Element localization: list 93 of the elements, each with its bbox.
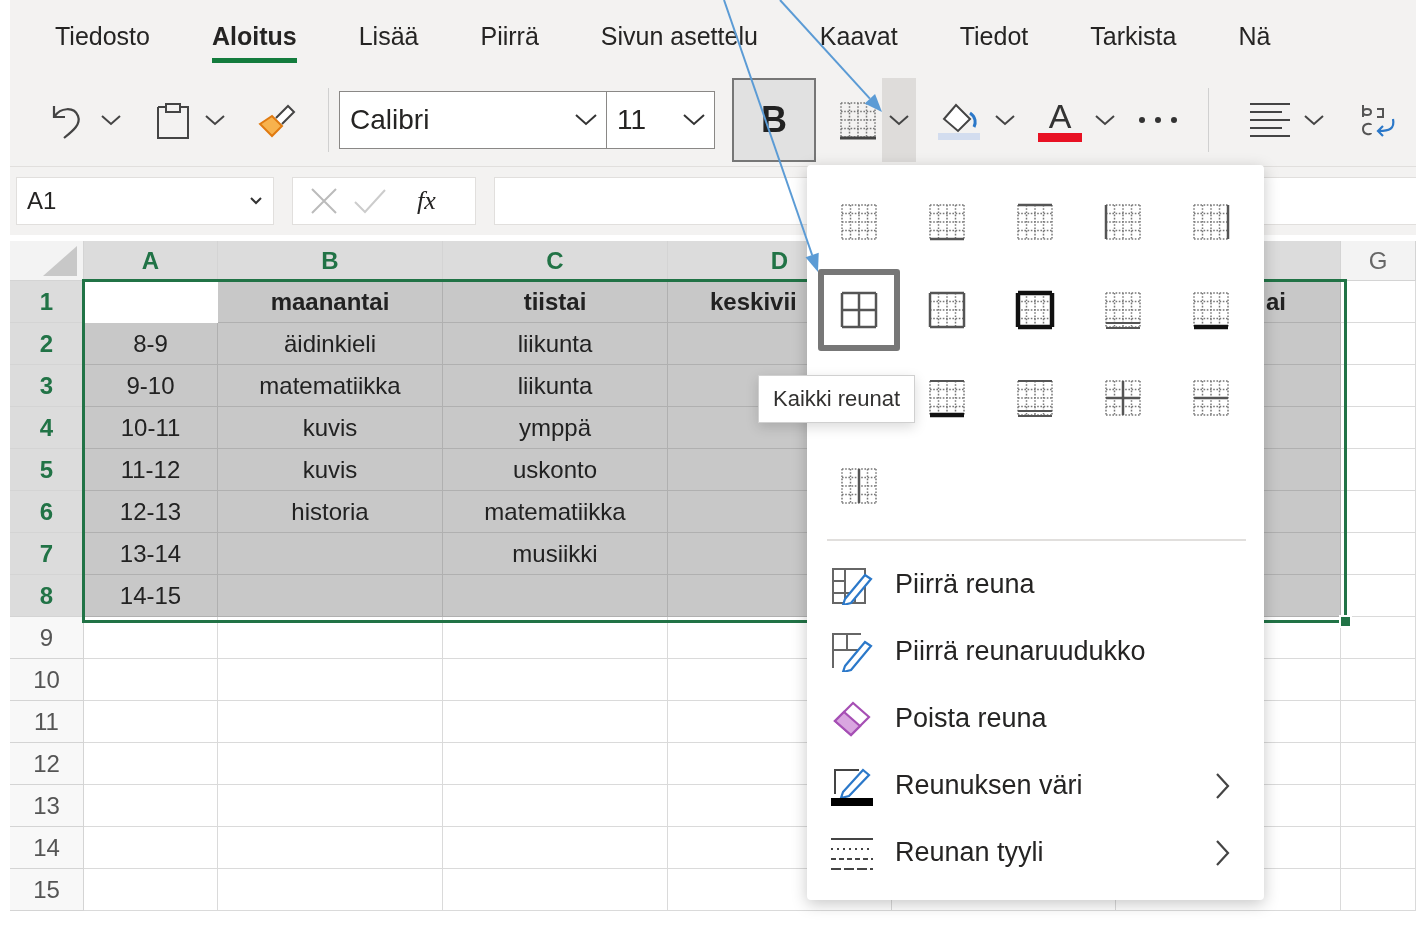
ribbon-tab[interactable]: Tiedot [959,18,1029,63]
table-cell: uskonto [443,449,668,491]
chevron-down-icon [249,196,263,206]
table-cell: kuvis [218,407,443,449]
ribbon-tab[interactable]: Tarkista [1090,18,1177,63]
row-header[interactable]: 14 [10,827,84,869]
chevron-down-icon [682,113,706,127]
table-cell: 10-11 [84,407,218,449]
menu-item[interactable]: Reunuksen väri [815,752,1264,819]
row-header[interactable]: 13 [10,785,84,827]
table-cell: 8-9 [84,323,218,365]
row-header[interactable]: 10 [10,659,84,701]
name-box[interactable]: A1 [16,177,274,225]
column-header[interactable]: G [1341,241,1416,281]
ribbon-tab[interactable]: Piirrä [480,18,539,63]
border-style-icon [1191,377,1231,419]
font-size-dropdown[interactable]: 11 [607,91,715,149]
row-header[interactable]: 15 [10,869,84,911]
border-option[interactable] [818,269,900,351]
column-header[interactable]: A [84,241,218,281]
borders-icon[interactable] [838,100,878,140]
border-style-icon [1103,289,1143,331]
align-left-icon[interactable] [1249,102,1291,138]
menu-item[interactable]: Piirrä reunaruudukko [815,618,1264,685]
border-style-icon [1103,377,1143,419]
border-style-icon [927,289,967,331]
chevron-down-icon[interactable] [994,113,1016,127]
table-cell: musiikki [443,533,668,575]
table-cell: 12-13 [84,491,218,533]
table-cell: ymppä [443,407,668,449]
chevron-right-icon [1214,838,1230,867]
border-style-icon [1191,201,1231,243]
chevron-down-icon[interactable] [1094,113,1116,127]
font-name-dropdown[interactable]: Calibri [339,91,607,149]
table-cell: maanantai [218,281,443,323]
row-header[interactable]: 6 [10,491,84,533]
row-header[interactable]: 1 [10,281,84,323]
ribbon-tab[interactable]: Aloitus [211,18,297,63]
row-header[interactable]: 11 [10,701,84,743]
row-header[interactable]: 12 [10,743,84,785]
border-style-icon [839,201,879,243]
chevron-down-icon[interactable] [100,113,122,127]
row-header[interactable]: 4 [10,407,84,449]
border-style-icon [1015,377,1055,419]
more-options-icon[interactable] [1138,116,1178,124]
table-cell: 13-14 [84,533,218,575]
table-cell: äidinkieli [218,323,443,365]
border-style-icon [839,289,879,331]
menu-item[interactable]: Poista reuna [815,685,1264,752]
column-header[interactable]: B [218,241,443,281]
border-style-icon [839,465,879,507]
table-cell: 14-15 [84,575,218,617]
column-header[interactable]: C [443,241,668,281]
fill-handle[interactable] [1339,615,1352,628]
format-painter-icon[interactable] [258,102,298,138]
check-icon[interactable] [353,188,387,214]
table-cell: matematiikka [443,491,668,533]
pencil-icon [831,631,873,672]
ribbon-tab[interactable]: Tiedosto [55,18,150,63]
table-cell: 11-12 [84,449,218,491]
table-cell: 9-10 [84,365,218,407]
chevron-down-icon [574,113,598,127]
border-style-icon [1191,289,1231,331]
menu-item[interactable]: Reunan tyyli [815,819,1264,886]
ribbon-tab[interactable]: Kaavat [819,18,898,63]
tooltip: Kaikki reunat [758,375,916,423]
border-style-icon [1015,289,1055,331]
chevron-down-icon[interactable] [1303,113,1325,127]
font-color-button[interactable]: A [1038,98,1082,142]
chevron-down-icon [888,113,910,127]
row-header[interactable]: 5 [10,449,84,491]
insert-function-button[interactable]: fx [417,186,436,216]
ribbon-tab[interactable]: Lisää [358,18,419,63]
border-style-icon [1103,201,1143,243]
row-header[interactable]: 8 [10,575,84,617]
border-style-icon [927,201,967,243]
ribbon-tab[interactable]: Nä [1238,18,1271,63]
border-style-icon [927,377,967,419]
table-cell: liikunta [443,323,668,365]
chevron-down-icon[interactable] [204,113,226,127]
table-cell: kuvis [218,449,443,491]
row-header[interactable]: 9 [10,617,84,659]
row-header[interactable]: 2 [10,323,84,365]
menu-item[interactable]: Piirrä reuna [815,551,1264,618]
table-cell: historia [218,491,443,533]
chevron-right-icon [1214,771,1230,800]
clipboard-icon[interactable] [154,100,192,140]
table-cell: liikunta [443,365,668,407]
row-header[interactable]: 3 [10,365,84,407]
row-header[interactable]: 7 [10,533,84,575]
border-style-icon [1015,201,1055,243]
table-cell: matematiikka [218,365,443,407]
table-cell: tiistai [443,281,668,323]
